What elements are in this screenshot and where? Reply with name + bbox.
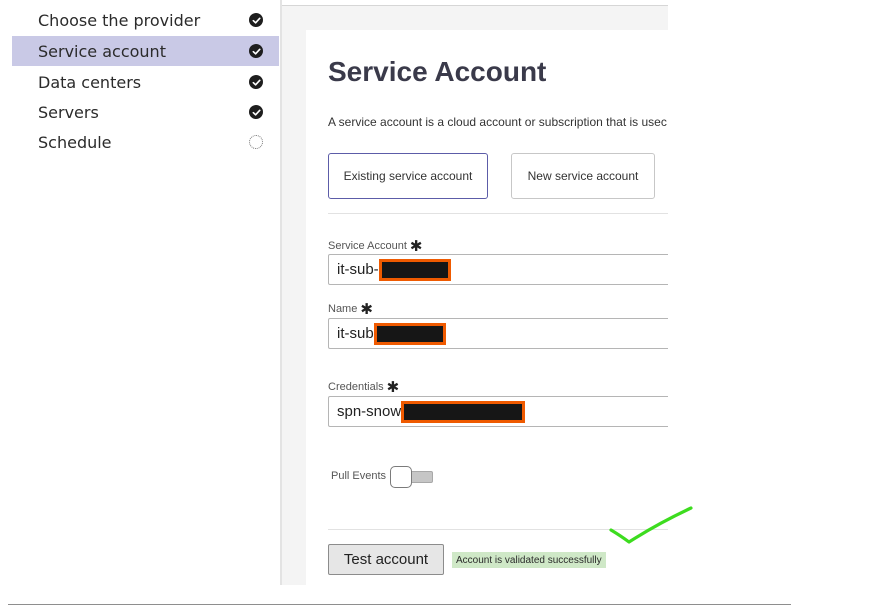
name-field[interactable]: it-sub <box>328 318 668 349</box>
step-label: Servers <box>38 102 99 122</box>
field-value: it-sub <box>337 325 374 342</box>
page-title: Service Account <box>328 56 547 87</box>
step-schedule[interactable]: Schedule <box>12 127 279 157</box>
pull-events-toggle[interactable] <box>390 466 437 488</box>
validation-status-badge: Account is validated successfully <box>452 552 606 568</box>
pull-events-label: Pull Events <box>331 470 387 482</box>
toggle-knob <box>390 466 412 488</box>
top-divider <box>282 5 668 6</box>
credentials-label: Credentials ✱ <box>328 378 399 396</box>
required-asterisk-icon: ✱ <box>409 238 423 255</box>
existing-service-account-option[interactable]: Existing service account <box>328 153 488 199</box>
field-label-text: Name <box>328 303 358 315</box>
section-divider <box>328 213 668 214</box>
check-circle-icon <box>249 44 263 58</box>
step-data-centers[interactable]: Data centers <box>12 67 279 97</box>
step-label: Service account <box>38 41 166 61</box>
step-label: Choose the provider <box>38 10 201 30</box>
wizard-steps-sidebar: Choose the provider Service account Data… <box>12 5 279 585</box>
step-choose-provider[interactable]: Choose the provider <box>12 5 279 35</box>
option-label: New service account <box>527 169 639 183</box>
name-label: Name ✱ <box>328 300 373 318</box>
required-asterisk-icon: ✱ <box>386 379 400 396</box>
service-account-field[interactable]: it-sub- <box>328 254 668 285</box>
new-service-account-option[interactable]: New service account <box>511 153 655 199</box>
annotation-checkmark-icon <box>609 506 693 544</box>
redaction-box <box>373 322 446 345</box>
check-circle-icon <box>249 75 263 89</box>
page-description: A service account is a cloud account or … <box>328 115 667 129</box>
step-service-account[interactable]: Service account <box>12 36 279 66</box>
step-label: Data centers <box>38 72 142 92</box>
field-label-text: Service Account <box>328 240 407 252</box>
dotted-circle-icon <box>249 135 263 149</box>
step-servers[interactable]: Servers <box>12 97 279 127</box>
required-asterisk-icon: ✱ <box>360 301 373 318</box>
field-value: it-sub- <box>337 261 379 278</box>
redaction-box <box>378 258 451 281</box>
field-label-text: Credentials <box>328 381 384 393</box>
redaction-box <box>401 400 526 423</box>
service-account-label: Service Account ✱ <box>328 237 422 255</box>
test-account-button[interactable]: Test account <box>328 544 444 575</box>
step-label: Schedule <box>38 132 112 152</box>
bottom-divider <box>8 604 791 605</box>
option-label: Existing service account <box>343 169 473 183</box>
check-circle-icon <box>249 105 263 119</box>
field-value: spn-snow <box>337 403 402 420</box>
credentials-field[interactable]: spn-snow <box>328 396 668 427</box>
check-circle-icon <box>249 13 263 27</box>
